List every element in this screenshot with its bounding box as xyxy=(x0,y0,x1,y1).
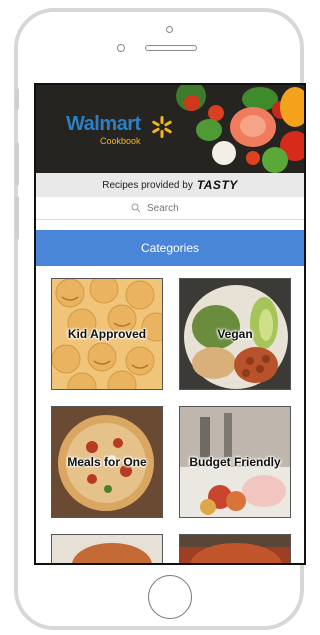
provided-by-text: Recipes provided by xyxy=(102,179,193,191)
category-label: Meals for One xyxy=(67,455,147,469)
food-image-tomato xyxy=(246,151,260,165)
volume-down-button xyxy=(15,196,19,240)
earpiece-speaker xyxy=(145,45,197,51)
category-label: Budget Friendly xyxy=(189,455,281,469)
food-image-egg xyxy=(212,141,236,165)
category-label: Vegan xyxy=(217,327,253,341)
walmart-cookbook-logo: Walmart Cookbook xyxy=(66,113,172,146)
category-tile-meals-for-one[interactable]: Meals for One xyxy=(51,406,163,518)
header-banner: Walmart Cookbook xyxy=(36,85,304,173)
categories-header: Categories xyxy=(36,230,304,266)
food-image-tomato xyxy=(184,95,200,111)
category-label: Kid Approved xyxy=(67,327,147,341)
category-tile-partial[interactable] xyxy=(179,534,291,563)
app-screen: Walmart Cookbook Recipes provided by TAS… xyxy=(34,83,306,565)
food-image-pepper xyxy=(280,87,304,127)
proximity-sensor xyxy=(117,44,125,52)
tasty-logo: TASTY xyxy=(196,178,238,192)
recipes-provided-bar: Recipes provided by TASTY xyxy=(36,173,304,197)
category-tile-vegan[interactable]: Vegan xyxy=(179,278,291,390)
food-image-salmon xyxy=(240,115,266,137)
food-image-herb xyxy=(196,119,222,141)
search-icon xyxy=(131,203,141,213)
home-button[interactable] xyxy=(148,575,192,619)
category-image xyxy=(52,535,162,563)
food-image-leaf xyxy=(262,147,288,173)
category-tile-kid-approved[interactable]: Kid Approved xyxy=(51,278,163,390)
category-tile-partial[interactable] xyxy=(51,534,163,563)
walmart-spark-icon xyxy=(152,116,172,138)
logo-wordmark: Walmart xyxy=(66,113,141,135)
search-input[interactable] xyxy=(145,201,209,215)
front-camera xyxy=(166,26,173,33)
search-bar[interactable] xyxy=(36,197,304,220)
volume-up-button xyxy=(15,142,19,186)
category-image xyxy=(180,535,290,563)
category-tile-budget-friendly[interactable]: Budget Friendly xyxy=(179,406,291,518)
mute-switch xyxy=(15,88,19,110)
categories-title: Categories xyxy=(140,241,200,255)
logo-subtitle: Cookbook xyxy=(100,136,141,146)
